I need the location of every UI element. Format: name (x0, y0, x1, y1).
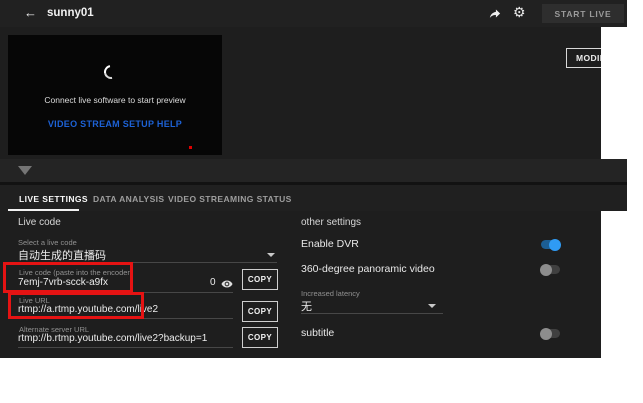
latency-select[interactable]: 无 (301, 298, 312, 314)
stream-key-value[interactable]: 7emj-7vrb-scck-a9fx (18, 277, 108, 288)
other-settings-heading: other settings (301, 217, 362, 228)
tab-live-settings[interactable]: LIVE SETTINGS (19, 194, 88, 204)
field-underline (18, 347, 233, 348)
enable-dvr-label: Enable DVR (301, 238, 359, 250)
video-preview-box: Connect live software to start preview V… (8, 35, 222, 155)
live-url-value[interactable]: rtmp://a.rtmp.youtube.com/live2 (18, 304, 158, 315)
red-dot-indicator (189, 146, 192, 149)
subtitle-label: subtitle (301, 327, 335, 339)
collapse-arrow-icon[interactable] (18, 166, 32, 175)
chevron-down-icon[interactable] (267, 253, 275, 257)
live-code-select[interactable]: 自动生成的直播码 (18, 247, 106, 263)
panoramic-video-label: 360-degree panoramic video (301, 263, 435, 275)
increased-latency-label: Increased latency (301, 289, 360, 298)
back-arrow-icon[interactable]: ← (24, 5, 37, 20)
stream-title: sunny01 (47, 7, 94, 19)
subtitle-toggle[interactable] (540, 327, 560, 340)
stream-key-label: Live code (paste into the encoder) (19, 268, 133, 277)
field-underline (18, 318, 233, 319)
collapse-strip (0, 159, 627, 182)
loading-spinner-icon (101, 62, 121, 82)
start-live-button[interactable]: START LIVE (542, 4, 624, 23)
field-underline (18, 292, 233, 293)
preview-section: Connect live software to start preview V… (0, 27, 601, 159)
chevron-down-icon[interactable] (428, 304, 436, 308)
gear-icon[interactable]: ⚙ (513, 4, 526, 21)
field-underline (18, 262, 277, 263)
copy-live-url-button[interactable]: COPY (242, 301, 278, 322)
copy-stream-key-button[interactable]: COPY (242, 269, 278, 290)
tab-bar: LIVE SETTINGS DATA ANALYSIS VIDEO STREAM… (0, 185, 627, 211)
share-icon[interactable] (488, 7, 501, 25)
live-settings-panel: Live code Select a live code 自动生成的直播码 Li… (0, 211, 601, 358)
tab-video-streaming-status[interactable]: VIDEO STREAMING STATUS (168, 194, 292, 204)
alternate-server-url-value[interactable]: rtmp://b.rtmp.youtube.com/live2?backup=1 (18, 333, 207, 344)
select-live-code-label: Select a live code (18, 238, 77, 247)
live-code-heading: Live code (18, 217, 61, 228)
top-bar: ← sunny01 ⚙ START LIVE (0, 0, 627, 27)
video-stream-setup-help-link[interactable]: VIDEO STREAM SETUP HELP (8, 119, 222, 129)
preview-status-text: Connect live software to start preview (44, 95, 186, 105)
modify-button[interactable]: MODIFY (566, 48, 601, 68)
tab-data-analysis[interactable]: DATA ANALYSIS (93, 194, 164, 204)
field-underline (301, 313, 443, 314)
copy-alternate-url-button[interactable]: COPY (242, 327, 278, 348)
stream-key-counter: 0 (210, 277, 216, 288)
panoramic-video-toggle[interactable] (540, 263, 560, 276)
enable-dvr-toggle[interactable] (541, 238, 561, 251)
